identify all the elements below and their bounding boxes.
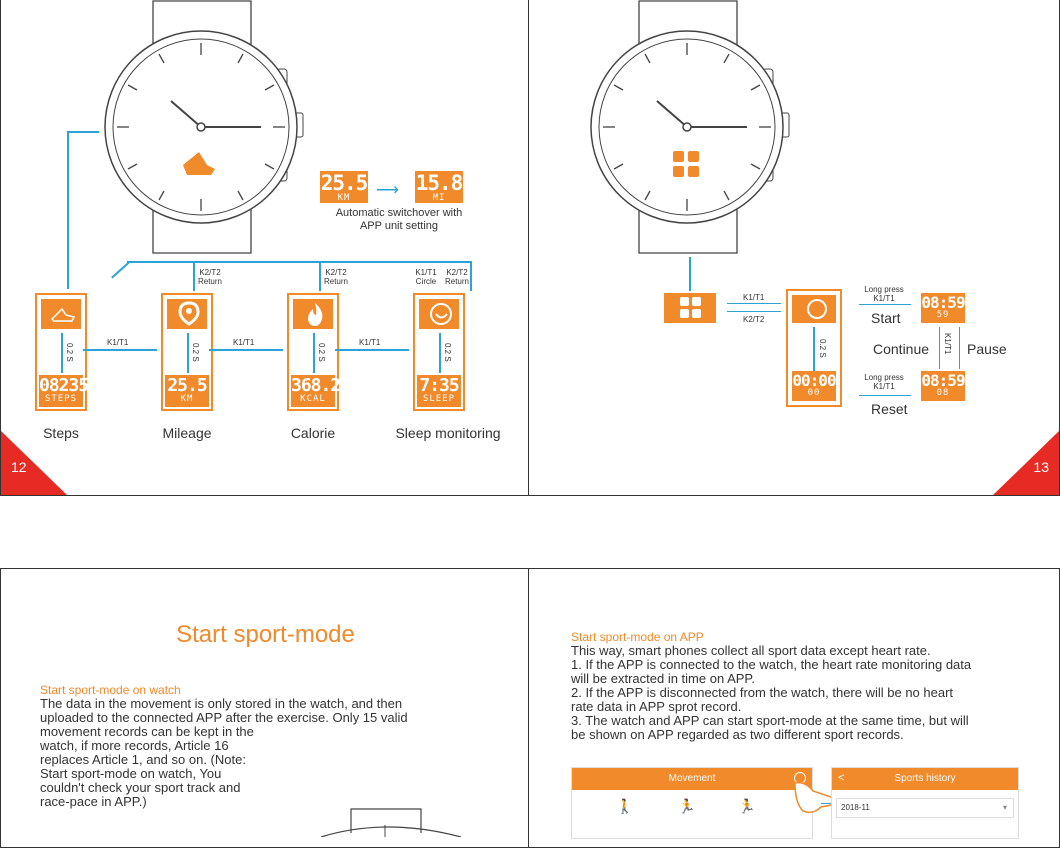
mi-display: 15.8 MI: [415, 171, 463, 203]
duration-label: 0.2 S: [317, 343, 326, 362]
body-line: uploaded to the connected APP after the …: [40, 710, 408, 725]
metric-unit: STEPS: [44, 394, 78, 404]
body-line: movement records can be kept in the: [40, 724, 254, 739]
date-select[interactable]: 2018-11 ▾: [836, 798, 1014, 818]
long-press-label: Long press: [864, 373, 904, 382]
metric-display: 08235 STEPS: [39, 375, 89, 407]
page-14: Start sport-mode Start sport-mode on wat…: [0, 568, 529, 848]
label-k1t1: K1/T1: [873, 294, 895, 303]
body-line: be shown on APP regarded as two differen…: [571, 727, 904, 742]
metric-display: 7:35 SLEEP: [417, 375, 461, 407]
page-number: 13: [1033, 459, 1049, 475]
run-icon[interactable]: 🏃: [738, 798, 755, 815]
stopwatch-icon: [792, 295, 836, 323]
metric-unit: KCAL: [300, 394, 326, 404]
duration-label: 0.2 S: [443, 343, 452, 362]
label-return: Return: [197, 277, 222, 286]
label-k2t2: K2/T2: [199, 268, 221, 277]
metric-card: 0.2 S 08235 STEPS: [35, 293, 89, 411]
metric-caption: Mileage: [162, 425, 212, 441]
duration-label: 0.2 S: [191, 343, 200, 362]
page-13: K1/T1 K2/T2 0.2 S 00:00 00 Long press K1/…: [528, 0, 1060, 496]
page-title: Start sport-mode: [176, 621, 355, 648]
label-k2t2: K2/T2: [446, 268, 468, 277]
label-circle: Circle: [415, 277, 437, 286]
body-line: 1. If the APP is connected to the watch,…: [571, 657, 972, 672]
metric-card: 0.2 S 7:35 SLEEP: [413, 293, 465, 411]
metric-caption: Calorie: [290, 425, 336, 441]
body-line: couldn't check your sport track and: [40, 780, 241, 795]
metric-value: 25.5: [167, 375, 207, 396]
page-number: 12: [11, 459, 27, 475]
label-k1t1: K1/T1: [107, 338, 129, 347]
duration-label: 0.2 S: [65, 343, 74, 362]
metric-unit: SLEEP: [422, 394, 456, 404]
label-k2t2: K2/T2: [325, 268, 347, 277]
watch-illustration: [104, 0, 304, 254]
movement-screen: Movement 🚶 🏃 🏃: [571, 767, 813, 839]
km-display: 25.5 KM: [320, 171, 368, 203]
back-button[interactable]: <: [838, 772, 844, 784]
body-line: rate data in APP sprot record.: [571, 699, 742, 714]
label-k1t1: K1/T1: [943, 333, 952, 355]
screen-title: Movement: [668, 773, 716, 784]
watch-illustration: [590, 0, 790, 254]
treadmill-icon[interactable]: 🏃: [678, 798, 695, 815]
metric-card: 0.2 S 25.5 KM: [161, 293, 213, 411]
label-k1t1: K1/T1: [359, 338, 381, 347]
reset-label: Reset: [871, 401, 908, 417]
body-line: replaces Article 1, and so on. (Note:: [40, 752, 246, 767]
duration-label: 0.2 S: [818, 339, 827, 358]
label-k1t1: K1/T1: [873, 382, 895, 391]
metric-unit: KM: [180, 394, 194, 404]
metric-value: 368.2: [291, 375, 341, 396]
body-line: The data in the movement is only stored …: [40, 696, 403, 711]
reset-time-display: 00:00 00: [792, 371, 837, 401]
body-line: This way, smart phones collect all sport…: [571, 643, 931, 658]
page-15: Start sport-mode on APP This way, smart …: [528, 568, 1060, 848]
metric-card: 0.2 S 368.2 KCAL: [287, 293, 341, 411]
long-press-label: Long press: [864, 285, 904, 294]
switch-caption: Automatic switchover with: [335, 207, 463, 219]
watch-illustration: [320, 808, 462, 837]
metric-value: 08235: [39, 375, 89, 396]
moon-clock-icon: [419, 299, 459, 329]
continue-label: Continue: [873, 341, 930, 357]
body-line: watch, if more records, Article 16: [40, 738, 229, 753]
paused-time-display: 08:59 08: [921, 371, 966, 401]
sports-history-screen: < Sports history 2018-11 ▾: [831, 767, 1019, 839]
shoe-icon: [41, 299, 81, 329]
apps-grid-icon: [664, 293, 716, 323]
label-return: Return: [444, 277, 469, 286]
body-line: Start sport-mode on watch, You: [40, 766, 222, 781]
section-subtitle: Start sport-mode on APP: [571, 630, 704, 644]
walk-icon[interactable]: 🚶: [616, 798, 633, 815]
label-k1t1: K1/T1: [743, 293, 765, 302]
label-k1t1: K1/T1: [233, 338, 255, 347]
label-return: Return: [323, 277, 348, 286]
running-time-display: 08:59 59: [921, 293, 966, 323]
body-line: 3. The watch and APP can start sport-mod…: [571, 713, 969, 728]
switch-caption: APP unit setting: [359, 220, 439, 232]
metric-value: 7:35: [419, 375, 459, 396]
section-subtitle: Start sport-mode on watch: [40, 683, 181, 697]
page-12: 25.5 KM ⟶ 15.8 MI Automatic switchover wit…: [0, 0, 529, 496]
metric-display: 25.5 KM: [165, 375, 209, 407]
flame-icon: [293, 299, 333, 329]
stopwatch-card: 0.2 S 00:00 00: [786, 289, 842, 407]
label-k2t2: K2/T2: [743, 315, 765, 324]
metric-caption: Sleep monitoring: [395, 425, 501, 441]
pause-label: Pause: [967, 341, 1007, 357]
body-line: 2. If the APP is disconnected from the w…: [571, 685, 954, 700]
metric-display: 368.2 KCAL: [291, 375, 341, 407]
location-pin-icon: [167, 299, 207, 329]
chevron-down-icon: ▾: [1002, 803, 1007, 812]
label-k1t1: K1/T1: [415, 268, 437, 277]
arrow-right-icon: ⟶: [376, 182, 399, 199]
body-line: will be extracted in time on APP.: [571, 671, 756, 686]
start-label: Start: [871, 310, 901, 326]
screen-title: Sports history: [894, 773, 956, 784]
